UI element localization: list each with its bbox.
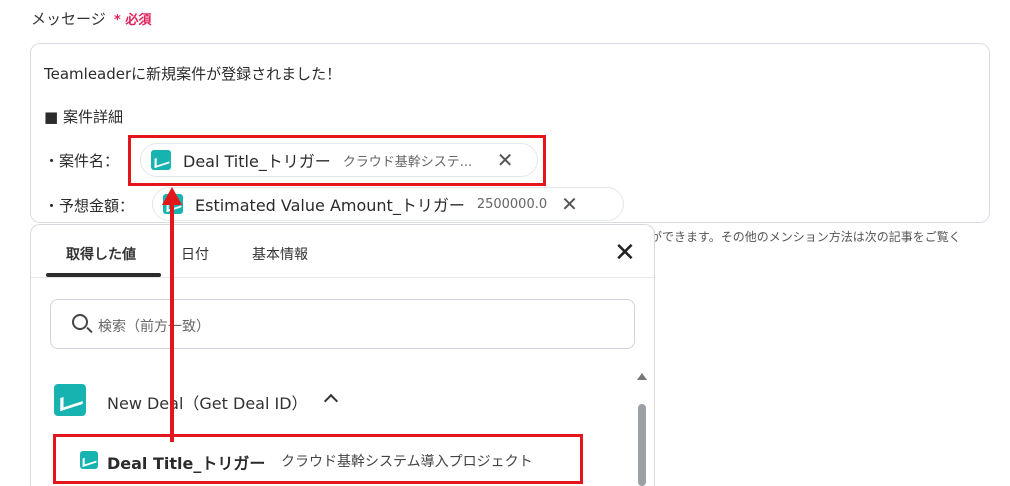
chip-name: Estimated Value Amount_トリガー [195,196,465,215]
field-label: メッセージ [31,10,106,28]
close-icon[interactable]: ✕ [614,240,636,266]
scrollbar-thumb[interactable] [638,404,646,486]
tab-divider [31,277,654,278]
tab-acquired-values[interactable]: 取得した値 [66,244,136,264]
search-placeholder: 検索（前方一致） [98,319,210,335]
tab-date[interactable]: 日付 [181,244,209,264]
required-badge: * 必須 [114,13,152,28]
message-line-3-label: ・案件名： [44,152,120,170]
arrow-shaft [170,196,174,442]
group-title[interactable]: New Deal（Get Deal ID） [107,390,308,414]
mention-chip-estimated-value[interactable]: Estimated Value Amount_トリガー 2500000.0 ✕ [152,187,624,221]
tab-basic-info[interactable]: 基本情報 [252,244,308,264]
close-icon[interactable]: ✕ [561,194,578,214]
search-icon [72,314,88,330]
teamleader-icon [54,384,86,416]
help-text: ができます。その他のメンション方法は次の記事をご覧く [650,230,961,244]
chip-value: 2500000.0 [476,196,548,212]
message-line-2: ■ 案件詳細 [44,108,123,126]
arrow-head [162,187,182,205]
message-line-4-label: ・予想金額： [44,197,135,215]
highlight-box-item [53,434,583,484]
highlight-box-chip [128,135,546,186]
message-line-1: Teamleaderに新規案件が登録されました！ [44,65,342,83]
scroll-up-arrow[interactable] [637,373,647,380]
